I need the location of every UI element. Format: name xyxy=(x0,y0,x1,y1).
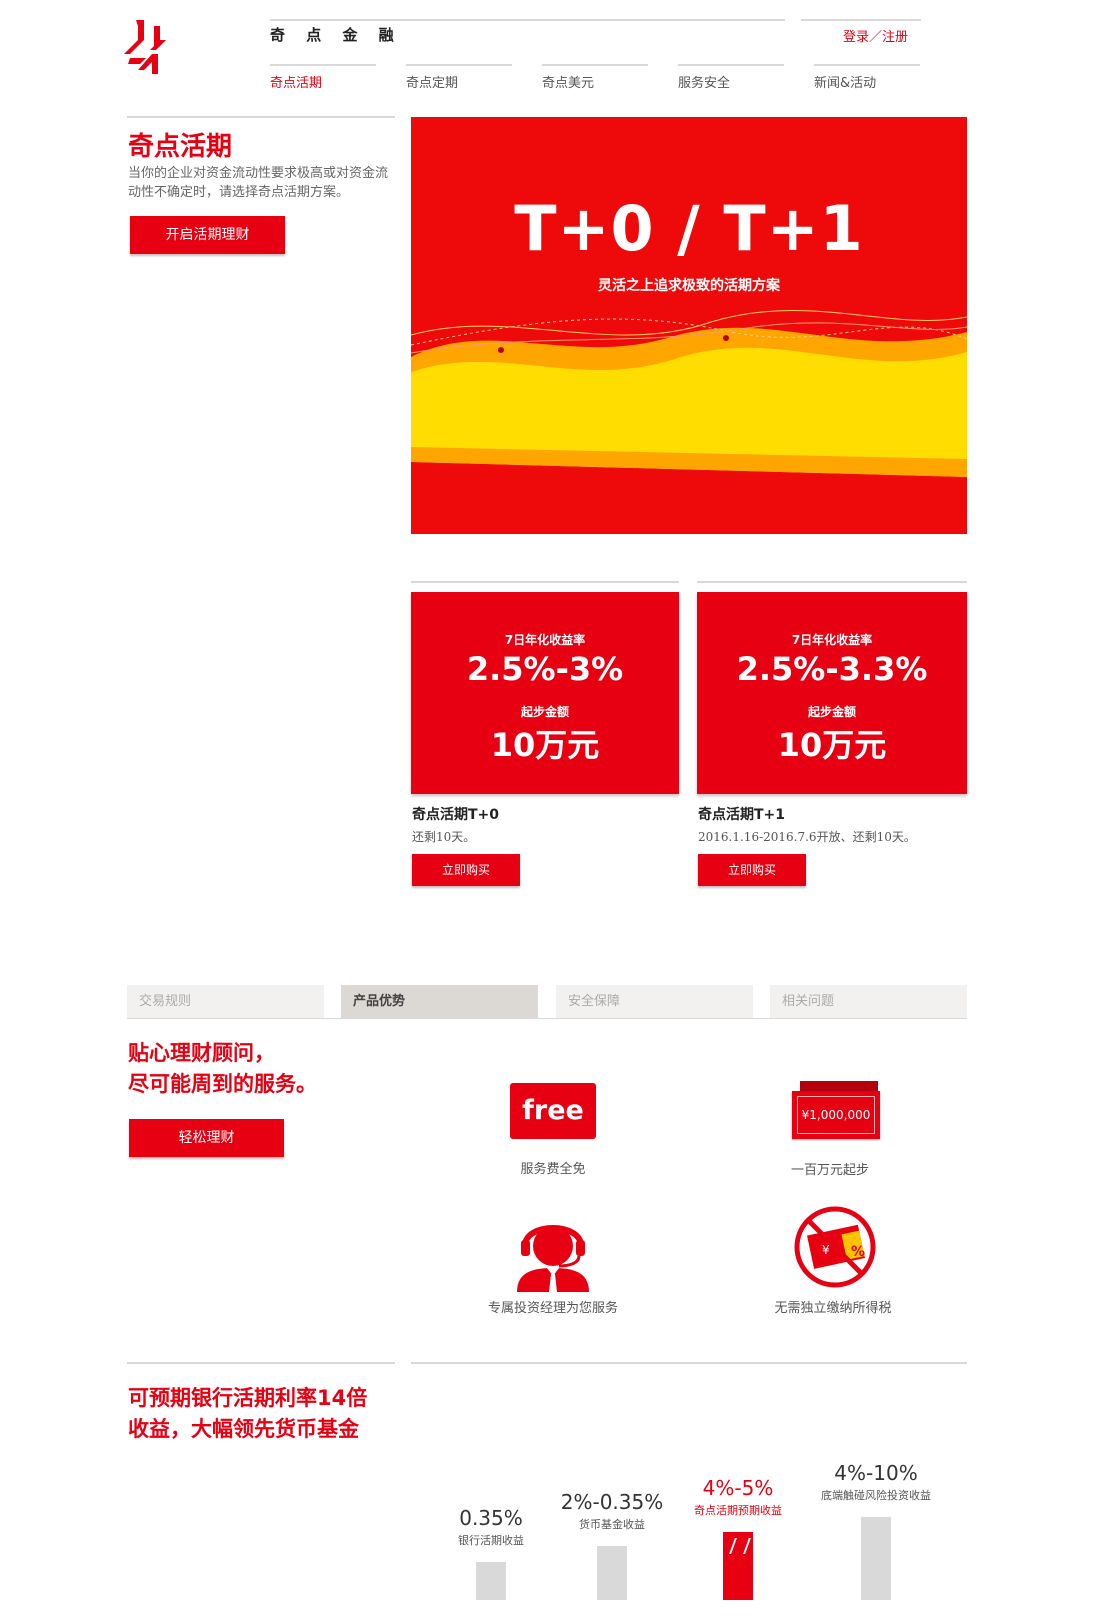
rate-value: 2.5%-3.3% xyxy=(736,650,928,688)
chart-category-label: 奇点活期预期收益 xyxy=(694,1504,782,1517)
nav-rule xyxy=(814,64,920,66)
brand-name: 奇 点 金 融 xyxy=(270,26,402,44)
free-icon: free xyxy=(510,1083,596,1139)
nav-item-current-deposit[interactable]: 奇点活期 xyxy=(270,72,322,91)
advantage-title-line2: 尽可能周到的服务。 xyxy=(128,1072,317,1096)
chart-category-label: 底端触碰风险投资收益 xyxy=(821,1489,931,1502)
tab-bottom-rule xyxy=(127,1018,967,1019)
advantage-title-line1: 贴心理财顾问， xyxy=(128,1041,275,1065)
nav-rule xyxy=(270,64,376,66)
tab-faq[interactable]: 相关问题 xyxy=(770,985,967,1019)
chart-bar xyxy=(597,1546,627,1600)
nav-rule xyxy=(406,64,512,66)
tab-trading-rules[interactable]: 交易规则 xyxy=(127,985,324,1019)
nav-item-fixed-deposit[interactable]: 奇点定期 xyxy=(406,72,458,91)
manager-icon xyxy=(517,1225,589,1292)
chart-bar xyxy=(723,1532,753,1600)
rate-label: 7日年化收益率 xyxy=(504,633,586,647)
min-amount-value: 10万元 xyxy=(777,726,887,764)
product-card-t1[interactable]: 7日年化收益率 2.5%-3.3% 起步金额 10万元 xyxy=(697,592,967,794)
feature-label-manager: 专属投资经理为您服务 xyxy=(487,1301,618,1316)
comparison-rule-left xyxy=(127,1362,395,1364)
nav-rule xyxy=(678,64,784,66)
product-rule xyxy=(697,581,967,583)
cash-icon: ¥1,000,000 xyxy=(792,1081,880,1139)
easy-finance-button[interactable]: 轻松理财 xyxy=(129,1119,284,1157)
chart-value-label: 4%-10% xyxy=(834,1461,918,1485)
product-card-t0[interactable]: 7日年化收益率 2.5%-3% 起步金额 10万元 xyxy=(411,592,679,794)
header-login-rule xyxy=(801,19,921,21)
hero-wave-graphic xyxy=(411,310,967,534)
product-name-t0: 奇点活期T+0 xyxy=(412,807,500,823)
tab-security[interactable]: 安全保障 xyxy=(556,985,753,1019)
chart-category-label: 货币基金收益 xyxy=(579,1518,645,1531)
product-name-t1: 奇点活期T+1 xyxy=(698,807,786,823)
no-tax-icon: % ¥ xyxy=(794,1206,876,1288)
header-top-rule xyxy=(270,19,785,21)
bar-logo-icon xyxy=(729,1538,751,1554)
product-desc-t0: 还剩10天。 xyxy=(412,830,476,844)
brand-logo-icon[interactable] xyxy=(124,18,172,78)
tab-product-advantages[interactable]: 产品优势 xyxy=(341,985,538,1019)
login-register-link[interactable]: 登录／注册 xyxy=(843,26,908,45)
hero-title: T+0 / T+1 xyxy=(514,192,864,265)
min-amount-value: 10万元 xyxy=(490,726,600,764)
rate-label: 7日年化收益率 xyxy=(791,633,873,647)
min-amount-label: 起步金额 xyxy=(807,705,856,719)
hero-subtitle: 灵活之上追求极致的活期方案 xyxy=(598,278,780,294)
product-desc-t1: 2016.1.16-2016.7.6开放、还剩10天。 xyxy=(698,830,916,844)
svg-text:¥: ¥ xyxy=(822,1243,830,1257)
min-amount-label: 起步金额 xyxy=(520,705,569,719)
rate-value: 2.5%-3% xyxy=(466,650,624,688)
feature-label-free: 服务费全免 xyxy=(520,1162,586,1177)
comparison-title-line1: 可预期银行活期利率14倍 xyxy=(128,1386,368,1410)
page-title: 奇点活期 xyxy=(128,132,233,162)
cash-amount-text: ¥1,000,000 xyxy=(797,1096,875,1134)
hero-banner: T+0 / T+1 灵活之上追求极致的活期方案 xyxy=(411,117,967,534)
feature-label-cash: 一百万元起步 xyxy=(790,1163,869,1178)
chart-category-label: 银行活期收益 xyxy=(458,1534,524,1547)
nav-rule xyxy=(542,64,648,66)
chart-bar xyxy=(476,1562,506,1600)
nav-item-security[interactable]: 服务安全 xyxy=(678,72,730,91)
feature-label-no-tax: 无需独立缴纳所得税 xyxy=(774,1301,892,1316)
buy-button-t1[interactable]: 立即购买 xyxy=(698,854,806,886)
comparison-rule-right xyxy=(411,1362,967,1364)
start-current-finance-button[interactable]: 开启活期理财 xyxy=(130,216,285,254)
buy-button-t0[interactable]: 立即购买 xyxy=(412,854,520,886)
nav-item-news[interactable]: 新闻&活动 xyxy=(814,72,876,91)
intro-rule xyxy=(127,116,395,118)
svg-text:%: % xyxy=(851,1244,865,1260)
chart-bar xyxy=(861,1517,891,1600)
nav-item-usd[interactable]: 奇点美元 xyxy=(542,72,594,91)
intro-description: 当你的企业对资金流动性要求极高或对资金流动性不确定时，请选择奇点活期方案。 xyxy=(128,166,389,200)
product-rule xyxy=(411,581,679,583)
comparison-title-line2: 收益，大幅领先货币基金 xyxy=(128,1417,359,1441)
